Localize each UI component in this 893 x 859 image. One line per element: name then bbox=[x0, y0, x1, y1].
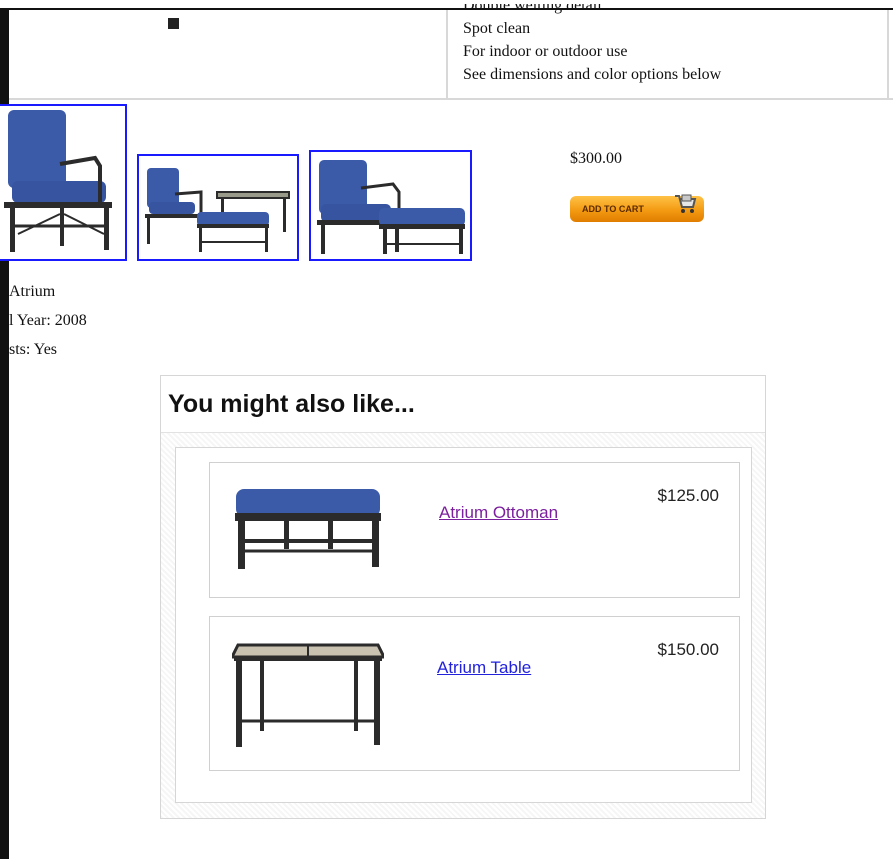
feature-item: Double welting detail bbox=[463, 4, 602, 14]
product-price: $300.00 bbox=[570, 150, 622, 167]
product-thumbnail-set-table[interactable] bbox=[137, 154, 299, 261]
recommendations-list: Atrium Ottoman $125.00 Atrium Table $150… bbox=[175, 447, 752, 803]
product-thumbnail-set-ottoman[interactable] bbox=[309, 150, 472, 261]
recommendations-header: You might also like... bbox=[161, 376, 765, 433]
product-attributes: Atrium l Year: 2008 sts: Yes bbox=[9, 277, 87, 364]
feature-item: For indoor or outdoor use bbox=[463, 43, 628, 60]
chair-ottoman-image bbox=[317, 160, 465, 254]
ottoman-price: $125.00 bbox=[657, 486, 719, 505]
column-divider bbox=[446, 10, 448, 98]
recommendations-panel: You might also like... Atrium Ottoman $1… bbox=[160, 375, 766, 819]
attribute-collection: Atrium bbox=[9, 283, 56, 300]
feature-item: Spot clean bbox=[463, 20, 531, 37]
feature-item: See dimensions and color options below bbox=[463, 66, 722, 83]
ottoman-link[interactable]: Atrium Ottoman bbox=[439, 503, 558, 523]
attribute-year: l Year: 2008 bbox=[9, 312, 87, 329]
product-details-table: Double welting detail Spot clean For ind… bbox=[9, 4, 893, 100]
recommendations-title: You might also like... bbox=[168, 390, 415, 418]
table-image[interactable] bbox=[232, 637, 384, 749]
row-divider bbox=[9, 98, 893, 100]
ottoman-image[interactable] bbox=[232, 485, 384, 573]
chair-ottoman-table-image bbox=[145, 168, 290, 252]
shopping-cart-icon bbox=[675, 194, 697, 213]
list-item: Atrium Ottoman $125.00 bbox=[209, 462, 740, 598]
table-price: $150.00 bbox=[657, 640, 719, 659]
feature-list: Double welting detail Spot clean For ind… bbox=[463, 4, 721, 86]
bullet-icon bbox=[168, 18, 179, 29]
table-edge bbox=[887, 10, 889, 100]
product-thumbnail-chair[interactable] bbox=[0, 104, 127, 261]
lounge-chair-image bbox=[4, 110, 112, 252]
list-item: Atrium Table $150.00 bbox=[209, 616, 740, 771]
table-link[interactable]: Atrium Table bbox=[437, 658, 531, 678]
attribute-cushions: sts: Yes bbox=[9, 341, 58, 358]
